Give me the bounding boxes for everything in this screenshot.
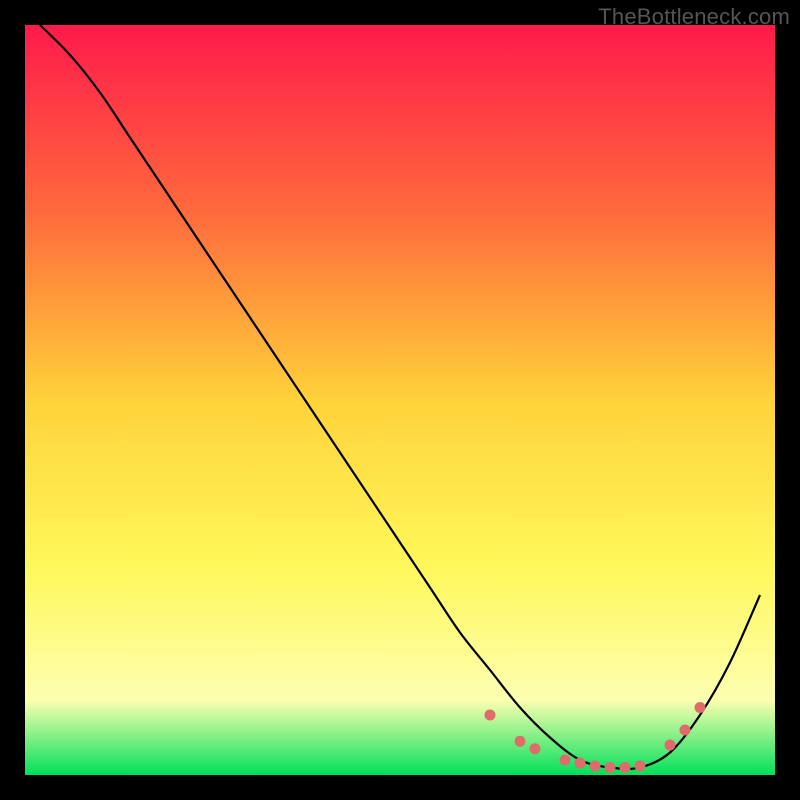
gradient-background [25,25,775,775]
chart-frame: TheBottleneck.com [0,0,800,800]
marker-dot [515,736,526,747]
marker-dot [560,755,571,766]
marker-dot [590,761,601,772]
marker-dot [530,743,541,754]
marker-dot [680,725,691,736]
marker-dot [575,758,586,769]
chart-svg [25,25,775,775]
marker-dot [665,740,676,751]
marker-dot [605,762,616,773]
marker-dot [485,710,496,721]
marker-dot [635,761,646,772]
marker-dot [695,702,706,713]
marker-dot [620,762,631,773]
plot-area [25,25,775,775]
